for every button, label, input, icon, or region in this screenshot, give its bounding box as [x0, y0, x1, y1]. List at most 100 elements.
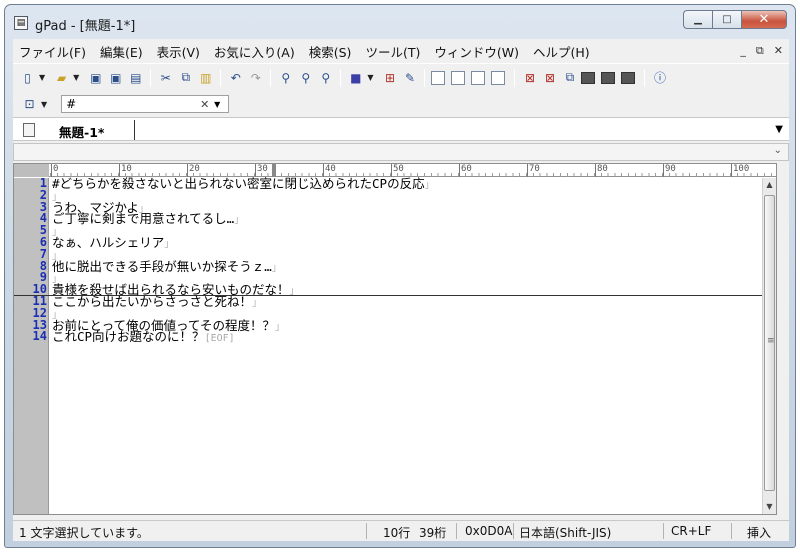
copy-icon[interactable]: ⧉: [177, 69, 194, 86]
close-doc-icon[interactable]: ⊠: [521, 69, 538, 86]
function-list-dropdown-icon[interactable]: ⌄: [774, 145, 782, 156]
bookmark-manage-icon[interactable]: [621, 71, 636, 84]
status-encoding[interactable]: 日本語(Shift-JIS): [519, 524, 611, 541]
ruler-label: 90: [663, 164, 676, 177]
close-button[interactable]: ✕: [741, 10, 787, 29]
window-list-icon[interactable]: ⧉: [561, 69, 578, 86]
eof-marker: [EOF]: [204, 333, 235, 345]
scroll-up-icon[interactable]: ▲: [763, 178, 776, 192]
toolbar-separator: [270, 68, 272, 87]
menu-file[interactable]: ファイル(F): [19, 42, 86, 61]
mdi-close-icon[interactable]: ✕: [774, 44, 783, 58]
mdi-controls: _ ⧉ ✕: [740, 44, 783, 58]
search-mode-dropdown-icon[interactable]: ▼: [41, 100, 47, 109]
editor-line[interactable]: 6 なぁ、ハルシェリア」: [14, 236, 762, 250]
menu-search[interactable]: 検索(S): [309, 42, 352, 61]
status-bar: 1 文字選択しています。 10行 39桁 0x0D0A 日本語(Shift-JI…: [13, 520, 789, 541]
editor-line[interactable]: 8 他に脱出できる手段が無いか探そうｚ…」: [14, 258, 762, 274]
open-dropdown-icon[interactable]: ▼: [73, 73, 79, 82]
editor-lines[interactable]: 1 #どちらかを殺さないと出られない密室に閉じ込められたCPの反応」 2」 3 うわ、マ…: [14, 176, 762, 514]
redo-icon[interactable]: ↷: [247, 69, 264, 86]
text-editor[interactable]: 0 10 20 30 40 50 60 70 80 90 100 1 #どちらかを…: [13, 163, 777, 515]
save-icon[interactable]: ▣: [87, 69, 104, 86]
toolbar-separator: [424, 68, 426, 87]
tool-grep-icon[interactable]: ⊞: [381, 69, 398, 86]
line-text[interactable]: これCP向けお題なのに！？[EOF]: [52, 331, 235, 345]
status-line: 10行: [383, 526, 411, 540]
mdi-restore-icon[interactable]: ⧉: [756, 44, 764, 58]
menu-tools[interactable]: ツール(T): [365, 42, 420, 61]
document-tab-bar: 無題-1* ▼: [13, 117, 789, 141]
search-mode-icon[interactable]: ⊡: [21, 96, 38, 113]
editor-line[interactable]: 11 ここから出たいからさっさと死ね！」: [14, 293, 762, 309]
status-insert-mode[interactable]: 挿入: [747, 524, 771, 541]
vertical-scrollbar[interactable]: ▲ ≡ ▼: [762, 178, 776, 514]
search-history-dropdown-icon[interactable]: ▼: [214, 100, 228, 109]
toolbar-separator: [150, 68, 152, 87]
scroll-thumb[interactable]: ≡: [764, 195, 775, 491]
layout-split-h-icon[interactable]: [451, 70, 466, 85]
tool-edit-icon[interactable]: ✎: [401, 69, 418, 86]
line-content: 他に脱出できる手段が無いか探そうｚ…: [52, 258, 272, 274]
line-content: ここから出たいからさっさと死ね！: [52, 293, 253, 309]
status-separator: [513, 523, 514, 539]
line-content: #どちらかを殺さないと出られない密室に閉じ込められたCPの反応: [52, 176, 425, 191]
window-title: gPad - [無題-1*]: [35, 19, 136, 34]
status-column: 39桁: [419, 526, 447, 540]
save-as-icon[interactable]: ▣: [107, 69, 124, 86]
search-input[interactable]: #: [66, 97, 200, 111]
status-separator: [456, 523, 457, 539]
minimize-button[interactable]: ▁: [683, 10, 712, 29]
toolbar-separator: [644, 68, 646, 87]
status-char-code: 0x0D0A: [465, 524, 513, 538]
find-next-icon[interactable]: ⚲: [297, 69, 314, 86]
title-bar[interactable]: ▤ gPad - [無題-1*] ▁ □ ✕: [5, 5, 795, 39]
function-list-combo[interactable]: ⌄: [13, 143, 789, 161]
bookmark-folder-icon[interactable]: [581, 71, 596, 84]
undo-icon[interactable]: ↶: [227, 69, 244, 86]
tab-untitled-1[interactable]: 無題-1*: [59, 122, 104, 141]
app-window: ▤ gPad - [無題-1*] ▁ □ ✕ ファイル(F) 編集(E) 表示(…: [4, 4, 796, 548]
line-number: 14: [32, 329, 47, 344]
main-toolbar: ▯ ▼ ▰ ▼ ▣ ▣ ▤ ✂ ⧉ ▥ ↶ ↷ ⚲ ⚲ ⚲ ■ ▼ ⊞ ✎ ⊠ …: [13, 63, 789, 91]
open-folder-icon[interactable]: ▰: [53, 69, 70, 86]
editor-line[interactable]: 1 #どちらかを殺さないと出られない密室に閉じ込められたCPの反応」: [14, 176, 762, 191]
maximize-button[interactable]: □: [712, 10, 741, 29]
close-all-icon[interactable]: ⊠: [541, 69, 558, 86]
menu-help[interactable]: ヘルプ(H): [533, 42, 590, 61]
maximize-icon: □: [722, 14, 732, 25]
status-separator: [366, 523, 367, 539]
editor-line[interactable]: 14 これCP向けお題なのに！？[EOF]: [14, 329, 762, 345]
status-newline[interactable]: CR+LF: [671, 524, 711, 538]
layout-split-v-icon[interactable]: [471, 70, 486, 85]
info-icon[interactable]: ⓘ: [651, 69, 668, 86]
toolbar-separator: [340, 68, 342, 87]
minimize-icon: ▁: [694, 14, 702, 25]
tab-list-dropdown-icon[interactable]: ▼: [775, 124, 783, 135]
editor-line[interactable]: 4 ご丁寧に剣まで用意されてるし…」: [14, 211, 762, 227]
new-file-icon[interactable]: ▯: [19, 69, 36, 86]
find-icon[interactable]: ⚲: [277, 69, 294, 86]
paste-icon[interactable]: ▥: [197, 69, 214, 86]
bookmark-add-icon[interactable]: [601, 71, 616, 84]
tab-divider: [134, 120, 135, 140]
scroll-down-icon[interactable]: ▼: [763, 500, 776, 514]
search-combo[interactable]: # ✕ ▼: [61, 95, 230, 113]
menu-view[interactable]: 表示(V): [157, 42, 200, 61]
cut-icon[interactable]: ✂: [157, 69, 174, 86]
menu-bar: ファイル(F) 編集(E) 表示(V) お気に入り(A) 検索(S) ツール(T…: [13, 39, 789, 63]
toolbar-separator: [220, 68, 222, 87]
line-content: ご丁寧に剣まで用意されてるし…: [52, 211, 235, 227]
menu-favorites[interactable]: お気に入り(A): [214, 42, 295, 61]
mdi-minimize-icon[interactable]: _: [740, 44, 746, 58]
color-icon[interactable]: ■: [347, 69, 364, 86]
save-all-icon[interactable]: ▤: [127, 69, 144, 86]
menu-edit[interactable]: 編集(E): [100, 42, 143, 61]
layout-tile-icon[interactable]: [491, 70, 506, 85]
replace-icon[interactable]: ⚲: [317, 69, 334, 86]
new-dropdown-icon[interactable]: ▼: [39, 73, 45, 82]
menu-window[interactable]: ウィンドウ(W): [434, 42, 519, 61]
color-dropdown-icon[interactable]: ▼: [367, 73, 373, 82]
clear-search-icon[interactable]: ✕: [200, 98, 214, 111]
layout-single-icon[interactable]: [431, 70, 446, 85]
